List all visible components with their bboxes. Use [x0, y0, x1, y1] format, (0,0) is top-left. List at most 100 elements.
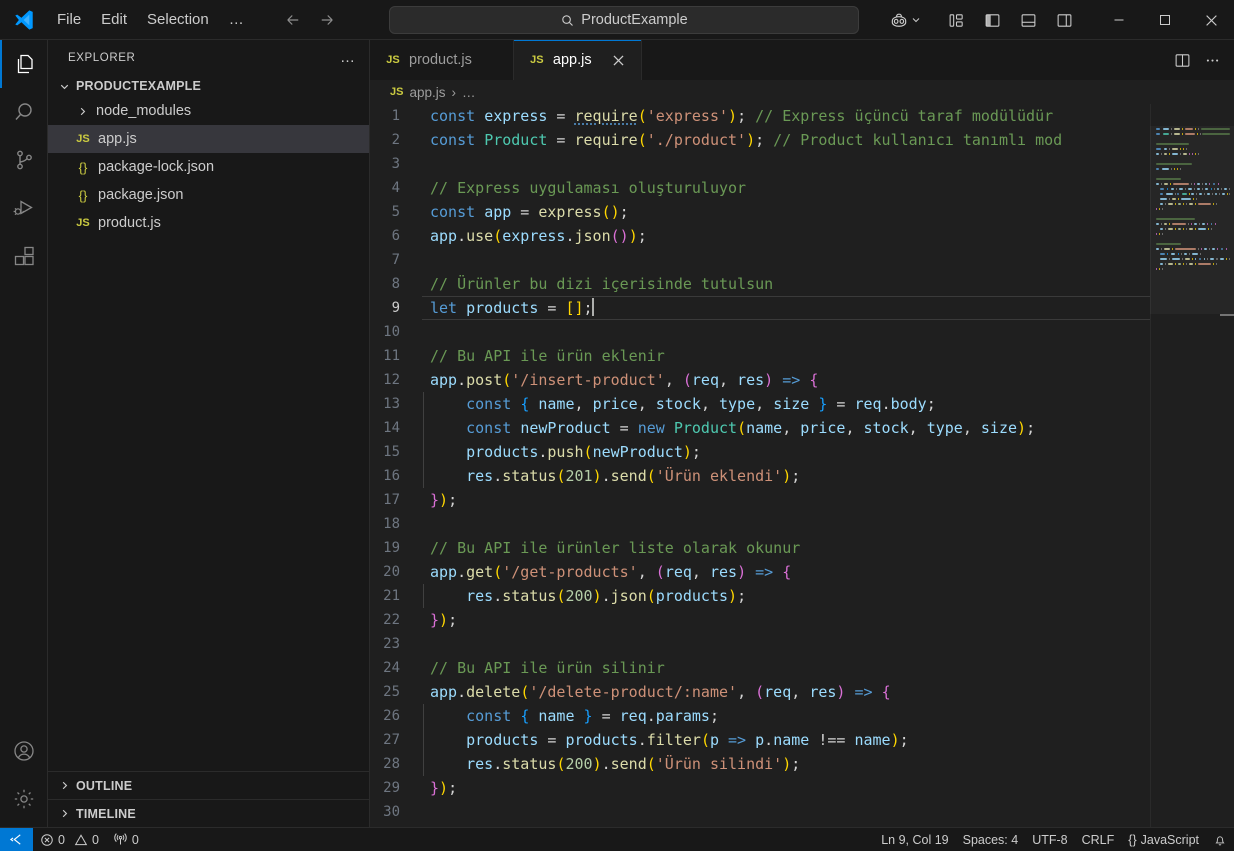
toggle-panel-icon[interactable]: [1010, 3, 1046, 37]
code-line[interactable]: 16 res.status(201).send('Ürün eklendi');: [370, 464, 1150, 488]
code-line[interactable]: 19 // Bu API ile ürünler liste olarak oku…: [370, 536, 1150, 560]
code-line-text[interactable]: const express = require('express'); // E…: [422, 104, 1150, 128]
code-line-text[interactable]: [422, 320, 1150, 344]
code-line-text[interactable]: });: [422, 488, 1150, 512]
language-status[interactable]: {} JavaScript: [1121, 828, 1206, 851]
code-line-text[interactable]: });: [422, 608, 1150, 632]
code-line-text[interactable]: const { name } = req.params;: [422, 704, 1150, 728]
list-item-node_modules[interactable]: node_modules: [48, 97, 369, 125]
code-line[interactable]: 5 const app = express();: [370, 200, 1150, 224]
split-editor-icon[interactable]: [1168, 46, 1196, 74]
arrow-right-icon[interactable]: [313, 7, 341, 33]
code-line[interactable]: 28 res.status(200).send('Ürün silindi');: [370, 752, 1150, 776]
code-line[interactable]: 23: [370, 632, 1150, 656]
code-line[interactable]: 20 app.get('/get-products', (req, res) =>…: [370, 560, 1150, 584]
code-line[interactable]: 6 app.use(express.json());: [370, 224, 1150, 248]
code-line[interactable]: 25 app.delete('/delete-product/:name', (r…: [370, 680, 1150, 704]
accounts-button[interactable]: [0, 727, 48, 775]
code-line[interactable]: 14 const newProduct = new Product(name, …: [370, 416, 1150, 440]
close-icon[interactable]: [609, 50, 629, 70]
code-line[interactable]: 22});: [370, 608, 1150, 632]
code-line-text[interactable]: [422, 632, 1150, 656]
menu-selection[interactable]: Selection: [138, 7, 218, 33]
code-line[interactable]: 17});: [370, 488, 1150, 512]
code-line[interactable]: 8 // Ürünler bu dizi içerisinde tutulsun: [370, 272, 1150, 296]
breadcrumb-tail[interactable]: …: [462, 85, 476, 100]
code-line-text[interactable]: // Bu API ile ürün eklenir: [422, 344, 1150, 368]
code-line-text[interactable]: // Ürünler bu dizi içerisinde tutulsun: [422, 272, 1150, 296]
indentation-status[interactable]: Spaces: 4: [956, 828, 1026, 851]
breadcrumb-file[interactable]: app.js: [409, 85, 445, 100]
sidebar-item-search[interactable]: [0, 88, 48, 136]
code-line-text[interactable]: products = products.filter(p => p.name !…: [422, 728, 1150, 752]
code-line[interactable]: 4 // Express uygulaması oluşturuluyor: [370, 176, 1150, 200]
close-button[interactable]: [1188, 0, 1234, 40]
code-line[interactable]: 24 // Bu API ile ürün silinir: [370, 656, 1150, 680]
menu-bar[interactable]: File Edit Selection …: [48, 7, 253, 33]
code-line[interactable]: 10: [370, 320, 1150, 344]
code-line-text[interactable]: });: [422, 776, 1150, 800]
problems-status[interactable]: 0 0: [33, 828, 106, 851]
code-line-text[interactable]: const newProduct = new Product(name, pri…: [422, 416, 1150, 440]
code-line-text[interactable]: res.status(200).json(products);: [422, 584, 1150, 608]
sidebar-item-run-and-debug[interactable]: [0, 184, 48, 232]
code-line-text[interactable]: // Bu API ile ürün silinir: [422, 656, 1150, 680]
code-line[interactable]: 13 const { name, price, stock, type, siz…: [370, 392, 1150, 416]
cursor-position[interactable]: Ln 9, Col 19: [874, 828, 955, 851]
code-editor[interactable]: 1 const express = require('express'); // …: [370, 104, 1234, 827]
code-line-text[interactable]: res.status(201).send('Ürün eklendi');: [422, 464, 1150, 488]
settings-button[interactable]: [0, 775, 48, 823]
toggle-secondary-sidebar-icon[interactable]: [1046, 3, 1082, 37]
menu-more[interactable]: …: [220, 7, 253, 33]
code-line[interactable]: 18: [370, 512, 1150, 536]
code-line-text[interactable]: app.use(express.json());: [422, 224, 1150, 248]
code-line[interactable]: 1 const express = require('express'); // …: [370, 104, 1150, 128]
code-line[interactable]: 3: [370, 152, 1150, 176]
code-line-text[interactable]: app.post('/insert-product', (req, res) =…: [422, 368, 1150, 392]
code-line[interactable]: 27 products = products.filter(p => p.nam…: [370, 728, 1150, 752]
notifications-button[interactable]: [1206, 828, 1234, 851]
code-line-text[interactable]: const Product = require('./product'); //…: [422, 128, 1150, 152]
list-item-package-json[interactable]: {} package.json: [48, 181, 369, 209]
code-line-text[interactable]: // Bu API ile ürünler liste olarak okunu…: [422, 536, 1150, 560]
toggle-primary-sidebar-icon[interactable]: [974, 3, 1010, 37]
list-item-package-lock-json[interactable]: {} package-lock.json: [48, 153, 369, 181]
folder-root-header[interactable]: PRODUCTEXAMPLE: [48, 75, 369, 97]
ports-status[interactable]: 0: [106, 828, 146, 851]
code-surface[interactable]: 1 const express = require('express'); // …: [370, 104, 1150, 827]
editor-scrollbar[interactable]: [1220, 104, 1234, 827]
code-line-text[interactable]: const { name, price, stock, type, size }…: [422, 392, 1150, 416]
menu-file[interactable]: File: [48, 7, 90, 33]
eol-status[interactable]: CRLF: [1075, 828, 1122, 851]
code-line[interactable]: 11 // Bu API ile ürün eklenir: [370, 344, 1150, 368]
code-line-text[interactable]: app.get('/get-products', (req, res) => {: [422, 560, 1150, 584]
remote-window-button[interactable]: [0, 827, 33, 851]
customize-layout-icon[interactable]: [938, 3, 974, 37]
more-actions-icon[interactable]: [1198, 46, 1226, 74]
code-line-text[interactable]: // Express uygulaması oluşturuluyor: [422, 176, 1150, 200]
code-line[interactable]: 30: [370, 800, 1150, 824]
code-line-text[interactable]: [422, 512, 1150, 536]
menu-edit[interactable]: Edit: [92, 7, 136, 33]
list-item-app-js[interactable]: JS app.js: [48, 125, 369, 153]
outline-section[interactable]: OUTLINE: [48, 771, 369, 799]
sidebar-more-actions[interactable]: …: [334, 50, 361, 65]
tab-product-js[interactable]: JS product.js: [370, 40, 514, 80]
list-item-product-js[interactable]: JS product.js: [48, 209, 369, 237]
code-line-text[interactable]: app.delete('/delete-product/:name', (req…: [422, 680, 1150, 704]
code-line[interactable]: 12 app.post('/insert-product', (req, res)…: [370, 368, 1150, 392]
code-line-text[interactable]: [422, 152, 1150, 176]
code-line-text[interactable]: const app = express();: [422, 200, 1150, 224]
code-line-text[interactable]: products.push(newProduct);: [422, 440, 1150, 464]
code-line[interactable]: 9 let products = [];: [370, 296, 1150, 320]
code-lines[interactable]: 1 const express = require('express'); // …: [370, 104, 1150, 824]
arrow-left-icon[interactable]: [279, 7, 307, 33]
code-line-text[interactable]: res.status(200).send('Ürün silindi');: [422, 752, 1150, 776]
code-line[interactable]: 15 products.push(newProduct);: [370, 440, 1150, 464]
code-line-text[interactable]: [422, 248, 1150, 272]
code-line[interactable]: 26 const { name } = req.params;: [370, 704, 1150, 728]
breadcrumb[interactable]: JS app.js › …: [370, 80, 1234, 104]
sidebar-item-extensions[interactable]: [0, 232, 48, 280]
sidebar-item-source-control[interactable]: [0, 136, 48, 184]
code-line-text[interactable]: let products = [];: [422, 296, 1150, 320]
